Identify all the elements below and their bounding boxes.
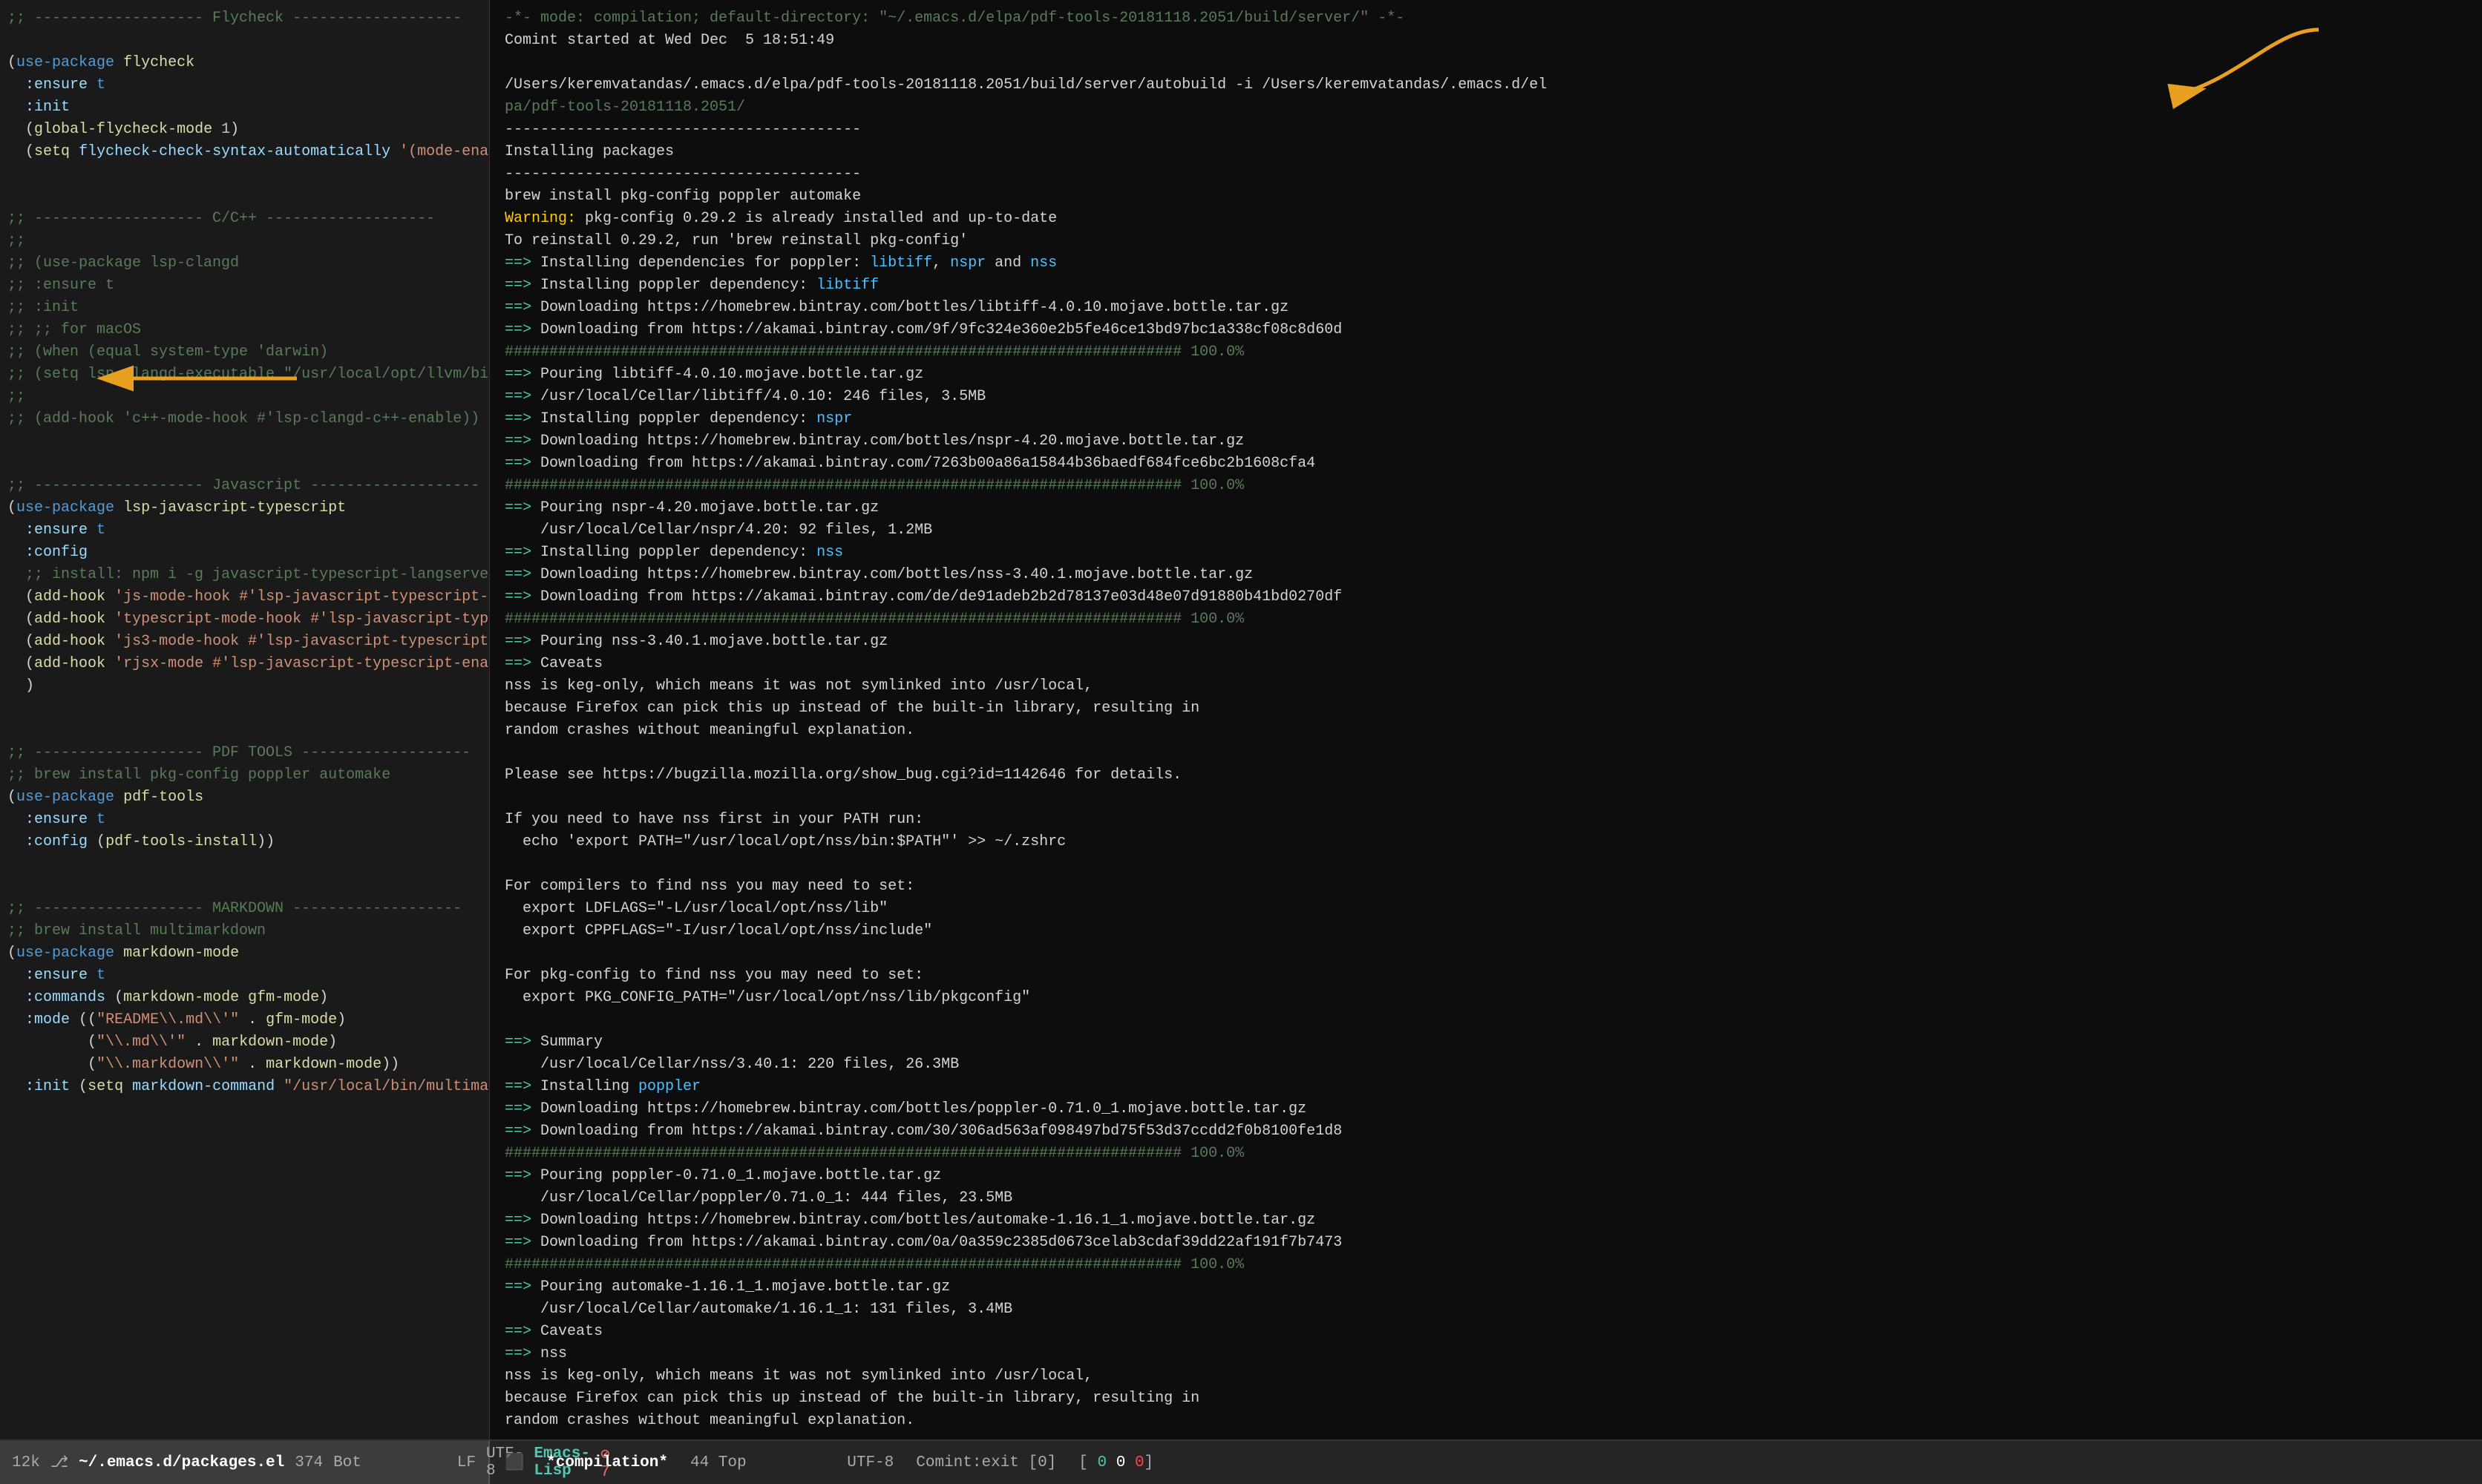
left-status-bar: 12k ⎇ ~/.emacs.d/packages.el 374 Bot LF … [0, 1441, 490, 1484]
file-size: 12k [12, 1454, 40, 1471]
buffer-position: 44 Top [690, 1454, 747, 1471]
encoding-lf: LF [457, 1454, 476, 1471]
comint-mode: Comint:exit [0] [916, 1454, 1056, 1471]
status-bar: 12k ⎇ ~/.emacs.d/packages.el 374 Bot LF … [0, 1439, 2482, 1484]
file-path: ~/.emacs.d/packages.el [79, 1454, 284, 1471]
right-compilation-pane[interactable]: -*- mode: compilation; default-directory… [490, 0, 2482, 1439]
compilation-buffer: *compilation* [546, 1454, 668, 1471]
mode-indicator: Bot [333, 1454, 361, 1471]
right-encoding: UTF-8 [847, 1454, 894, 1471]
branch-icon: ⎇ [50, 1453, 68, 1472]
terminal-icon: ⬛ [505, 1454, 524, 1472]
compilation-output: -*- mode: compilation; default-directory… [505, 7, 2467, 1439]
bracket-status: [ 0 0 0] [1078, 1454, 1153, 1471]
editor-area: ;; ------------------- Flycheck --------… [0, 0, 2482, 1439]
left-editor-pane[interactable]: ;; ------------------- Flycheck --------… [0, 0, 490, 1439]
line-number: 374 [295, 1454, 323, 1471]
editor-content: ;; ------------------- Flycheck --------… [0, 7, 489, 1098]
main-container: ;; ------------------- Flycheck --------… [0, 0, 2482, 1484]
right-status-bar: ⬛ *compilation* 44 Top UTF-8 Comint:exit… [490, 1441, 2482, 1484]
